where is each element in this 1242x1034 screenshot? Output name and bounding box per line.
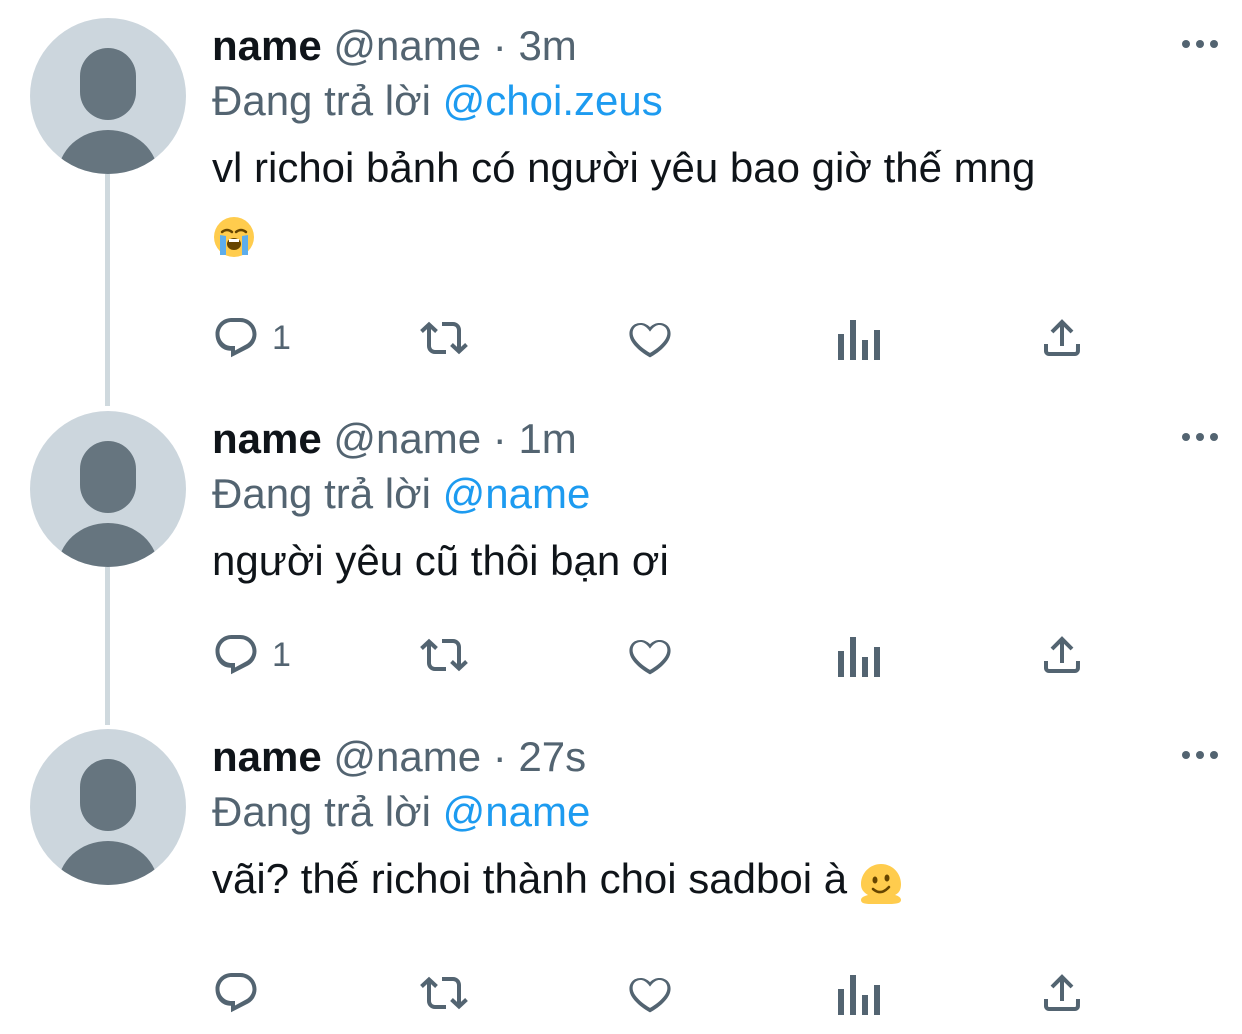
replying-to-line: Đang trả lời @choi.zeus xyxy=(212,74,1212,128)
handle[interactable]: @name xyxy=(333,22,481,69)
reply-count: 1 xyxy=(272,635,291,674)
more-options-icon[interactable] xyxy=(1178,427,1222,447)
separator-dot: · xyxy=(492,415,507,462)
tweet[interactable]: name @name · 27s Đang trả lời @name vãi?… xyxy=(0,729,1242,1029)
display-name[interactable]: name xyxy=(212,733,322,780)
heart-icon xyxy=(626,631,674,679)
like-button[interactable] xyxy=(626,965,674,1021)
handle[interactable]: @name xyxy=(333,415,481,462)
tweet-header: name @name · 3m xyxy=(212,18,1212,74)
replying-to-mention[interactable]: @name xyxy=(443,788,591,835)
retweet-icon xyxy=(416,314,472,362)
analytics-bars-icon xyxy=(836,631,880,679)
share-upload-icon xyxy=(1038,314,1086,362)
separator-dot: · xyxy=(492,733,507,780)
like-button[interactable] xyxy=(626,627,674,683)
tweet[interactable]: name @name · 1m Đang trả lời @name người… xyxy=(0,411,1242,701)
replying-to-label: Đang trả lời xyxy=(212,77,431,124)
melting-face-icon xyxy=(859,860,903,904)
replying-to-label: Đang trả lời xyxy=(212,788,431,835)
tweet-text: người yêu cũ thôi bạn ơi xyxy=(212,529,1212,593)
retweet-button[interactable] xyxy=(416,310,472,366)
reply-bubble-icon xyxy=(212,314,260,362)
reply-button[interactable]: 1 xyxy=(212,627,291,683)
retweet-icon xyxy=(416,969,472,1017)
share-button[interactable] xyxy=(1038,965,1086,1021)
more-options-icon[interactable] xyxy=(1178,34,1222,54)
reply-button[interactable] xyxy=(212,965,272,1021)
tweet-text-body: vl richoi bảnh có người yêu bao giờ thế … xyxy=(212,144,1036,191)
loudly-crying-face-icon xyxy=(212,213,256,257)
replying-to-line: Đang trả lời @name xyxy=(212,467,1212,521)
views-button[interactable] xyxy=(836,627,880,683)
avatar-head-shape xyxy=(80,48,136,120)
timestamp[interactable]: 3m xyxy=(518,22,576,69)
views-button[interactable] xyxy=(836,310,880,366)
retweet-button[interactable] xyxy=(416,965,472,1021)
reply-count: 1 xyxy=(272,318,291,357)
display-name[interactable]: name xyxy=(212,22,322,69)
share-button[interactable] xyxy=(1038,310,1086,366)
replying-to-mention[interactable]: @name xyxy=(443,470,591,517)
tweet-content: name @name · 1m Đang trả lời @name người… xyxy=(212,411,1212,593)
retweet-icon xyxy=(416,631,472,679)
reply-bubble-icon xyxy=(212,631,260,679)
views-button[interactable] xyxy=(836,965,880,1021)
avatar-body-shape xyxy=(58,523,158,567)
avatar-head-shape xyxy=(80,441,136,513)
handle[interactable]: @name xyxy=(333,733,481,780)
tweet-header: name @name · 27s xyxy=(212,729,1212,785)
tweet-text-body: người yêu cũ thôi bạn ơi xyxy=(212,537,669,584)
tweet-header: name @name · 1m xyxy=(212,411,1212,467)
tweet-action-bar xyxy=(212,965,1112,1021)
heart-icon xyxy=(626,969,674,1017)
tweet-content: name @name · 27s Đang trả lời @name vãi?… xyxy=(212,729,1212,911)
share-upload-icon xyxy=(1038,969,1086,1017)
display-name[interactable]: name xyxy=(212,415,322,462)
like-button[interactable] xyxy=(626,310,674,366)
share-upload-icon xyxy=(1038,631,1086,679)
avatar-body-shape xyxy=(58,841,158,885)
separator-dot: · xyxy=(492,22,507,69)
analytics-bars-icon xyxy=(836,969,880,1017)
tweet-text: vãi? thế richoi thành choi sadboi à xyxy=(212,847,1212,911)
share-button[interactable] xyxy=(1038,627,1086,683)
avatar-head-shape xyxy=(80,759,136,831)
tweet-action-bar: 1 xyxy=(212,310,1112,366)
tweet-text-body: vãi? thế richoi thành choi sadboi à xyxy=(212,855,848,902)
tweet-action-bar: 1 xyxy=(212,627,1112,683)
avatar[interactable] xyxy=(30,18,186,174)
tweet-text: vl richoi bảnh có người yêu bao giờ thế … xyxy=(212,136,1212,264)
more-options-icon[interactable] xyxy=(1178,745,1222,765)
replying-to-line: Đang trả lời @name xyxy=(212,785,1212,839)
avatar-body-shape xyxy=(58,130,158,174)
retweet-button[interactable] xyxy=(416,627,472,683)
timestamp[interactable]: 27s xyxy=(518,733,586,780)
replying-to-label: Đang trả lời xyxy=(212,470,431,517)
avatar[interactable] xyxy=(30,411,186,567)
heart-icon xyxy=(626,314,674,362)
avatar[interactable] xyxy=(30,729,186,885)
replying-to-mention[interactable]: @choi.zeus xyxy=(443,77,663,124)
timestamp[interactable]: 1m xyxy=(518,415,576,462)
analytics-bars-icon xyxy=(836,314,880,362)
reply-bubble-icon xyxy=(212,969,260,1017)
reply-button[interactable]: 1 xyxy=(212,310,291,366)
tweet[interactable]: name @name · 3m Đang trả lời @choi.zeus … xyxy=(0,18,1242,388)
tweet-content: name @name · 3m Đang trả lời @choi.zeus … xyxy=(212,18,1212,264)
